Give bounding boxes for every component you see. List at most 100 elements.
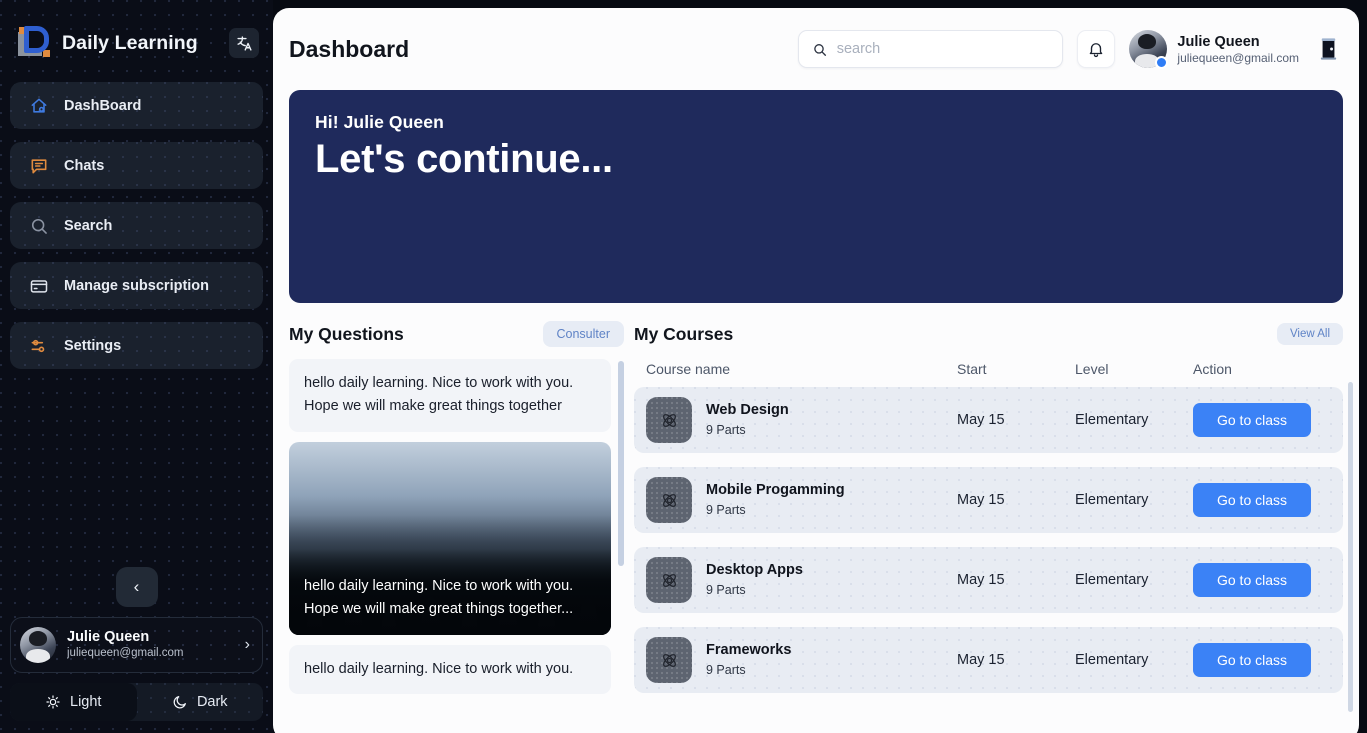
courses-title: My Courses (634, 323, 734, 344)
moon-icon (173, 696, 186, 709)
chat-icon (28, 155, 50, 177)
course-level: Elementary (1075, 652, 1149, 668)
course-parts: 9 Parts (706, 583, 746, 598)
translate-icon[interactable] (229, 28, 259, 58)
main-content: Dashboard Julie Queen juli (273, 8, 1359, 733)
question-card[interactable]: hello daily learning. Nice to work with … (289, 359, 611, 432)
column-course-name: Course name (646, 361, 731, 377)
course-level: Elementary (1075, 572, 1149, 588)
courses-scrollbar[interactable] (1348, 382, 1353, 712)
course-parts: 9 Parts (706, 423, 746, 438)
sun-icon (46, 695, 60, 709)
sidebar-item-dashboard[interactable]: DashBoard (10, 82, 263, 129)
theme-option-dark[interactable]: Dark (137, 683, 264, 721)
sliders-icon (28, 335, 50, 357)
table-row[interactable]: Mobile Progamming 9 Parts May 15 Element… (634, 467, 1343, 533)
consulter-button[interactable]: Consulter (542, 321, 624, 347)
notifications-button[interactable] (1077, 30, 1116, 68)
course-start: May 15 (957, 492, 1005, 508)
app-logo-icon (18, 26, 52, 60)
course-level: Elementary (1075, 412, 1149, 428)
sidebar-item-search[interactable]: Search (10, 202, 263, 249)
go-to-class-button[interactable]: Go to class (1193, 483, 1311, 517)
sidebar-item-label: DashBoard (64, 97, 142, 114)
sidebar-item-chats[interactable]: Chats (10, 142, 263, 189)
course-name: Mobile Progamming (706, 481, 845, 498)
course-name: Frameworks (706, 641, 792, 658)
search-icon (28, 215, 50, 237)
home-icon (28, 95, 50, 117)
hero-banner: Hi! Julie Queen Let's continue... (289, 90, 1343, 303)
course-parts: 9 Parts (706, 663, 746, 678)
header-user[interactable]: Julie Queen juliequeen@gmail.com (1129, 30, 1299, 69)
question-card-caption: hello daily learning. Nice to work with … (289, 549, 611, 635)
brand-name: Daily Learning (62, 31, 198, 54)
theme-dark-label: Dark (196, 694, 228, 710)
sidebar-user-name: Julie Queen (67, 629, 150, 646)
theme-toggle: Light Dark (10, 683, 263, 721)
course-start: May 15 (957, 572, 1005, 588)
column-start: Start (957, 361, 987, 377)
top-bar: Dashboard Julie Queen juli (273, 8, 1359, 90)
hero-headline: Let's continue... (315, 137, 613, 181)
atom-icon (646, 477, 692, 523)
courses-rows: Web Design 9 Parts May 15 Elementary Go … (634, 387, 1343, 733)
questions-panel: My Questions Consulter hello daily learn… (289, 317, 624, 733)
sidebar-item-label: Search (64, 217, 113, 234)
sidebar-item-manage-subscription[interactable]: Manage subscription (10, 262, 263, 309)
table-row[interactable]: Desktop Apps 9 Parts May 15 Elementary G… (634, 547, 1343, 613)
credit-card-icon (28, 275, 50, 297)
chevron-right-icon: › (244, 636, 250, 653)
courses-header: My Courses View All (634, 317, 1343, 351)
sidebar-item-label: Settings (64, 337, 122, 354)
app-root: Daily Learning DashBoard Chats Search Ma… (0, 0, 1367, 733)
sidebar-user-email: juliequeen@gmail.com (67, 647, 184, 660)
question-card[interactable]: hello daily learning. Nice to work with … (289, 441, 611, 635)
go-to-class-button[interactable]: Go to class (1193, 563, 1311, 597)
sidebar-nav: DashBoard Chats Search Manage subscripti… (0, 82, 273, 369)
theme-option-light[interactable]: Light (10, 683, 137, 721)
sidebar-collapse-area: ‹ (0, 567, 273, 617)
avatar-wrap (1129, 30, 1169, 69)
hero-greeting: Hi! Julie Queen (315, 112, 444, 132)
table-row[interactable]: Frameworks 9 Parts May 15 Elementary Go … (634, 627, 1343, 693)
search-input[interactable] (836, 41, 1050, 57)
door-icon (1320, 38, 1336, 60)
atom-icon (646, 397, 692, 443)
bell-icon (1090, 43, 1103, 58)
search-icon (814, 43, 827, 56)
go-to-class-button[interactable]: Go to class (1193, 643, 1311, 677)
course-name: Desktop Apps (706, 561, 803, 578)
courses-table-header: Course name Start Level Action (634, 351, 1343, 387)
sidebar-user-card[interactable]: Julie Queen juliequeen@gmail.com › (10, 617, 263, 673)
course-start: May 15 (957, 652, 1005, 668)
sidebar: Daily Learning DashBoard Chats Search Ma… (0, 0, 273, 733)
panels: My Questions Consulter hello daily learn… (273, 303, 1359, 733)
courses-panel: My Courses View All Course name Start Le… (634, 317, 1343, 733)
theme-light-label: Light (70, 694, 102, 710)
sidebar-item-label: Chats (64, 157, 105, 174)
course-parts: 9 Parts (706, 503, 746, 518)
course-name: Web Design (706, 401, 789, 418)
go-to-class-button[interactable]: Go to class (1193, 403, 1311, 437)
header-user-email: juliequeen@gmail.com (1177, 51, 1299, 66)
questions-list[interactable]: hello daily learning. Nice to work with … (289, 359, 624, 733)
course-start: May 15 (957, 412, 1005, 428)
table-row[interactable]: Web Design 9 Parts May 15 Elementary Go … (634, 387, 1343, 453)
avatar (20, 627, 56, 663)
question-card[interactable]: hello daily learning. Nice to work with … (289, 644, 611, 695)
atom-icon (646, 637, 692, 683)
page-title: Dashboard (289, 35, 410, 62)
atom-icon (646, 557, 692, 603)
sidebar-item-label: Manage subscription (64, 277, 210, 294)
column-level: Level (1075, 361, 1109, 377)
status-badge (1155, 56, 1169, 69)
header-user-name: Julie Queen (1177, 33, 1260, 50)
logout-button[interactable] (1313, 30, 1343, 68)
search-box[interactable] (798, 30, 1064, 68)
questions-scrollbar[interactable] (618, 361, 624, 566)
column-action: Action (1193, 361, 1232, 377)
view-all-button[interactable]: View All (1276, 323, 1343, 345)
chevron-left-icon[interactable]: ‹ (115, 567, 158, 607)
sidebar-item-settings[interactable]: Settings (10, 322, 263, 369)
